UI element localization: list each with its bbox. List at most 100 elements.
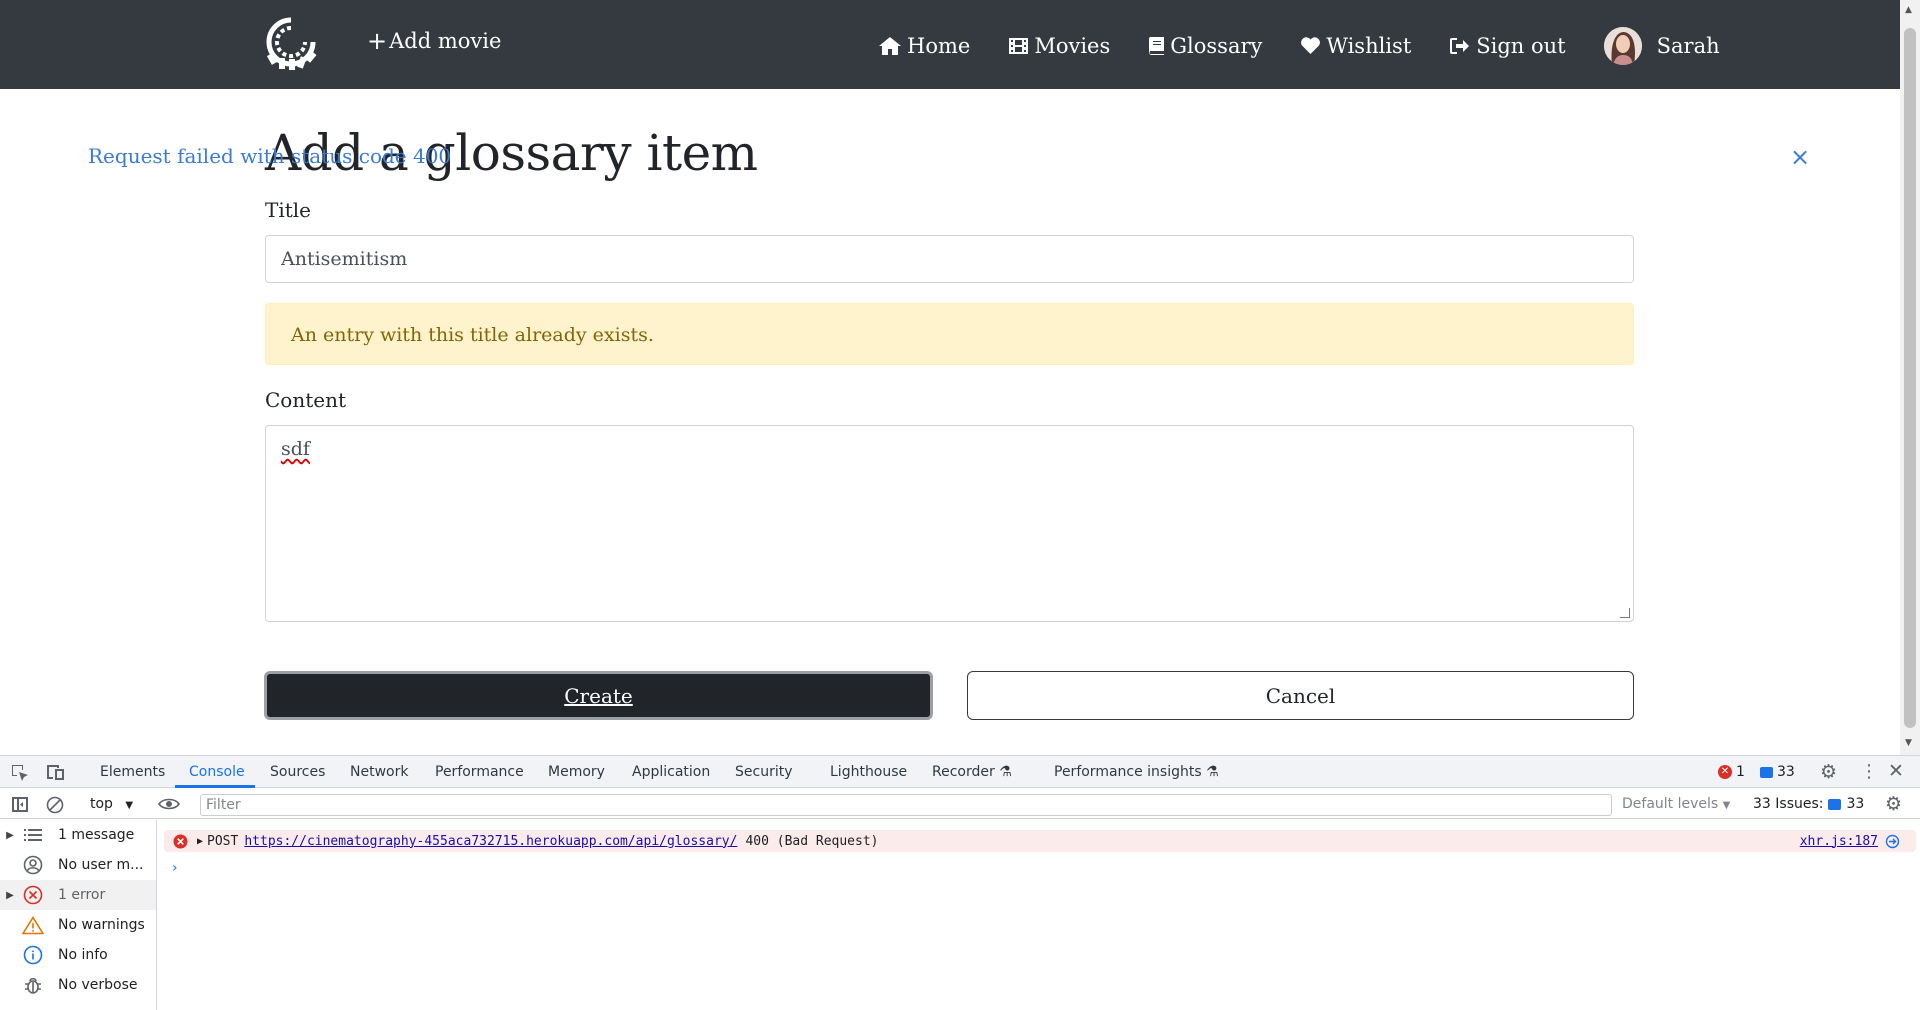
issues-label: 33 Issues: <box>1753 796 1824 812</box>
title-input[interactable] <box>265 235 1634 283</box>
bug-icon <box>20 975 46 995</box>
tab-performance-insights-label: Performance insights <box>1054 764 1202 780</box>
message-icon <box>1760 766 1773 778</box>
context-selector[interactable]: top ▼ <box>90 796 133 812</box>
page-scrollbar[interactable]: ▲ ▼ <box>1900 0 1920 755</box>
message-counter[interactable]: 33 <box>1760 764 1795 780</box>
tab-console[interactable]: Console <box>189 764 245 780</box>
error-counter[interactable]: ✕ 1 <box>1718 764 1745 780</box>
nav-sign-out-label: Sign out <box>1476 34 1566 58</box>
clear-console-icon[interactable] <box>46 796 64 814</box>
expand-triangle-icon: ▶ <box>6 829 14 841</box>
resize-handle-icon[interactable] <box>1620 608 1630 618</box>
plus-icon: + <box>367 27 388 55</box>
expand-triangle-icon: ▶ <box>6 889 14 901</box>
sidebar-item-user-messages[interactable]: No user m... <box>0 850 156 880</box>
issues-count: 33 <box>1846 796 1865 812</box>
sidebar-toggle-icon[interactable] <box>11 796 29 813</box>
issues-icon <box>1828 798 1842 810</box>
tab-network[interactable]: Network <box>350 764 408 780</box>
content-label: Content <box>265 388 347 412</box>
sidebar-item-label: No verbose <box>58 977 138 993</box>
film-icon <box>1009 38 1029 54</box>
logo-icon[interactable] <box>255 14 327 72</box>
tab-security[interactable]: Security <box>735 764 793 780</box>
nav-glossary-label: Glossary <box>1170 34 1263 58</box>
error-icon <box>173 834 188 848</box>
sidebar-item-label: 1 message <box>58 827 135 843</box>
devtools-panel: Elements Console Sources Network Perform… <box>0 755 1920 1010</box>
scrollbar-thumb[interactable] <box>1904 28 1916 728</box>
more-options-icon[interactable]: ⋮ <box>1860 761 1878 782</box>
nav-home[interactable]: Home <box>878 34 970 58</box>
flask-icon: ⚗ <box>1206 764 1219 780</box>
console-filter-input[interactable]: Filter <box>200 794 1612 816</box>
nav-wishlist[interactable]: Wishlist <box>1300 34 1411 58</box>
expand-triangle-icon[interactable]: ▶ <box>197 836 203 847</box>
network-request-icon[interactable] <box>1885 834 1900 849</box>
log-levels-label: Default levels <box>1622 796 1719 812</box>
avatar <box>1603 27 1642 65</box>
devtools-tabbar: Elements Console Sources Network Perform… <box>0 756 1920 788</box>
console-error-row[interactable]: ▶ POST https://cinematography-455aca7327… <box>164 830 1916 852</box>
console-sidebar: ▶ 1 message No user m... ▶ 1 error No wa… <box>0 820 157 1010</box>
tab-recorder-label: Recorder <box>932 764 995 780</box>
request-url-link[interactable]: https://cinematography-455aca732715.hero… <box>244 834 737 849</box>
sign-out-icon <box>1450 38 1470 54</box>
flask-icon: ⚗ <box>999 764 1012 780</box>
tab-lighthouse[interactable]: Lighthouse <box>830 764 907 780</box>
log-levels-dropdown[interactable]: Default levels ▼ <box>1622 796 1730 812</box>
navbar: + Add movie Home Movies Glossary Wishlis… <box>0 0 1900 89</box>
sidebar-item-warnings[interactable]: No warnings <box>0 910 156 940</box>
error-icon <box>20 885 46 905</box>
tab-performance[interactable]: Performance <box>435 764 524 780</box>
chevron-down-icon: ▼ <box>125 800 134 811</box>
settings-gear-icon[interactable]: ⚙ <box>1820 761 1837 783</box>
nav-sign-out[interactable]: Sign out <box>1449 34 1566 58</box>
scroll-up-icon[interactable]: ▲ <box>1905 5 1912 15</box>
sidebar-item-label: No info <box>58 947 108 963</box>
nav-movies-label: Movies <box>1034 34 1111 58</box>
console-prompt-icon[interactable]: › <box>172 860 178 876</box>
nav-user[interactable]: Sarah <box>1603 27 1720 65</box>
add-movie-label: Add movie <box>389 29 502 53</box>
sidebar-item-info[interactable]: No info <box>0 940 156 970</box>
tab-sources[interactable]: Sources <box>270 764 325 780</box>
content-value: sdf <box>281 438 310 460</box>
tab-performance-insights[interactable]: Performance insights ⚗ <box>1054 764 1219 780</box>
tab-memory[interactable]: Memory <box>548 764 605 780</box>
active-tab-indicator <box>175 785 255 788</box>
duplicate-warning: An entry with this title already exists. <box>265 303 1634 365</box>
nav-glossary[interactable]: Glossary <box>1148 34 1262 58</box>
source-link[interactable]: xhr.js:187 <box>1800 834 1878 849</box>
sidebar-item-errors[interactable]: ▶ 1 error <box>0 880 156 910</box>
device-toggle-icon[interactable] <box>45 764 65 781</box>
heart-icon <box>1301 37 1321 54</box>
warning-icon <box>20 915 46 935</box>
tab-application[interactable]: Application <box>632 764 710 780</box>
nav-movies[interactable]: Movies <box>1008 34 1110 58</box>
issues-counter[interactable]: 33 Issues: 33 <box>1753 796 1864 812</box>
sidebar-item-label: No warnings <box>58 917 145 933</box>
create-button[interactable]: Create <box>264 671 933 720</box>
eye-icon[interactable] <box>158 797 180 811</box>
tab-elements[interactable]: Elements <box>100 764 165 780</box>
sidebar-item-label: No user m... <box>58 857 144 873</box>
sidebar-item-label: 1 error <box>58 887 106 903</box>
user-icon <box>20 855 46 875</box>
close-alert-icon[interactable]: × <box>1790 143 1810 171</box>
add-movie-link[interactable]: + Add movie <box>367 29 501 53</box>
sidebar-item-messages[interactable]: ▶ 1 message <box>0 820 156 850</box>
tab-recorder[interactable]: Recorder ⚗ <box>932 764 1012 780</box>
content-textarea[interactable]: sdf <box>265 425 1634 622</box>
request-method: POST <box>207 833 239 849</box>
cancel-button[interactable]: Cancel <box>967 671 1634 720</box>
console-settings-gear-icon[interactable]: ⚙ <box>1885 793 1902 815</box>
sidebar-item-verbose[interactable]: No verbose <box>0 970 156 1000</box>
close-devtools-icon[interactable]: ✕ <box>1888 760 1904 782</box>
home-icon <box>879 37 901 55</box>
nav-wishlist-label: Wishlist <box>1326 34 1412 58</box>
inspect-element-icon[interactable] <box>11 764 29 782</box>
scroll-down-icon[interactable]: ▼ <box>1905 738 1912 748</box>
user-name: Sarah <box>1656 34 1720 58</box>
